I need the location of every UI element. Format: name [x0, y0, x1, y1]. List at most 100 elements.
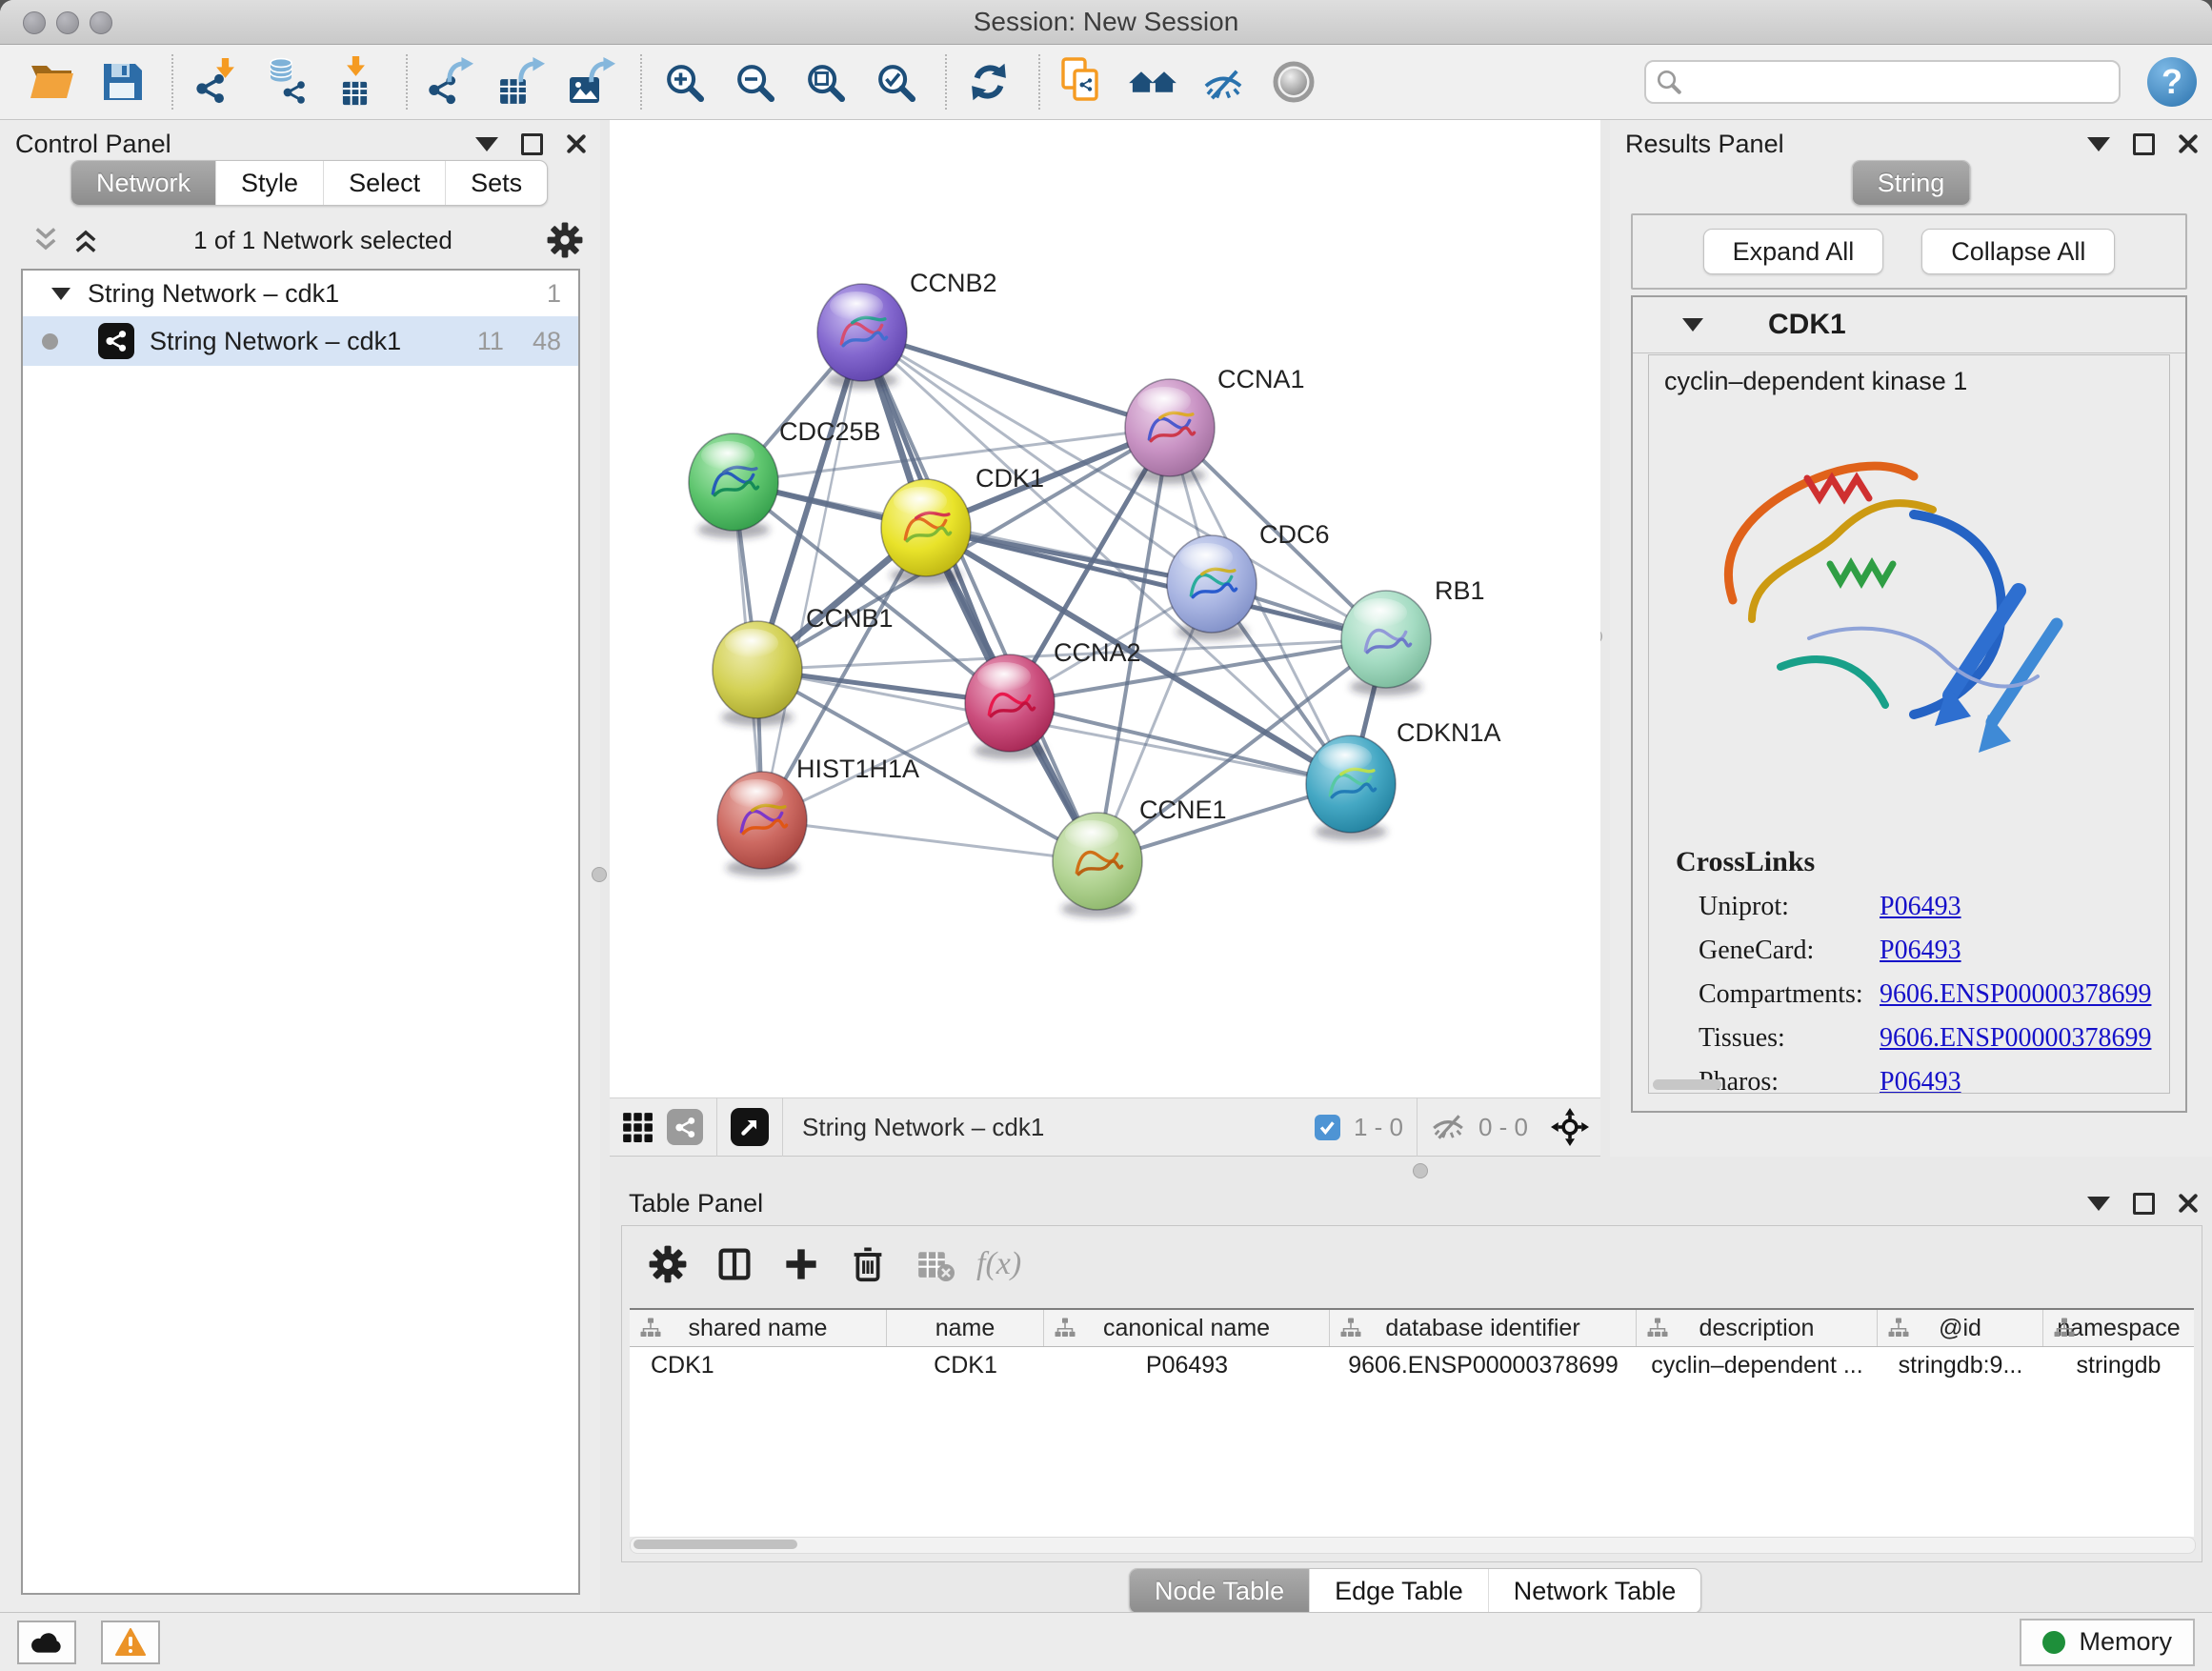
column-header-shared-name[interactable]: shared name [630, 1310, 887, 1346]
zoom-in-icon[interactable] [657, 55, 711, 109]
network-node-CCNA2[interactable] [965, 654, 1055, 759]
network-canvas[interactable]: CCNB2CCNA1CDC25BCDK1CDC6RB1CCNB1CCNA2CDK… [610, 120, 1600, 1097]
tissues-link[interactable]: 9606.ENSP00000378699 [1880, 1023, 2151, 1054]
import-network-from-database-icon[interactable] [259, 55, 312, 109]
import-network-from-file-icon[interactable] [189, 55, 242, 109]
panel-close-icon[interactable] [566, 133, 587, 154]
zoom-out-icon[interactable] [728, 55, 781, 109]
collection-expander-icon[interactable] [51, 288, 70, 300]
open-in-new-window-icon[interactable] [731, 1108, 769, 1146]
table-row[interactable]: CDK1 CDK1 P06493 9606.ENSP00000378699 cy… [630, 1347, 2194, 1383]
add-column-plus-icon[interactable] [782, 1245, 820, 1283]
column-header-id[interactable]: @id [1878, 1310, 2043, 1346]
column-header-name[interactable]: name [887, 1310, 1044, 1346]
clone-network-pages-icon[interactable] [1056, 55, 1109, 109]
selected-checkbox-icon[interactable] [1315, 1115, 1340, 1140]
network-node-CCNE1[interactable] [1053, 813, 1142, 917]
network-node-CCNB2[interactable] [817, 284, 907, 389]
show-graphics-orb-icon[interactable] [1267, 55, 1320, 109]
function-builder-icon[interactable]: f(x) [976, 1246, 1021, 1282]
tab-network[interactable]: Network [71, 161, 215, 205]
string-network-graph[interactable]: CCNB2CCNA1CDC25BCDK1CDC6RB1CCNB1CCNA2CDK… [610, 120, 1600, 1097]
network-node-CDC25B[interactable] [689, 433, 778, 538]
open-session-icon[interactable] [25, 55, 78, 109]
column-header-database-identifier[interactable]: database identifier [1330, 1310, 1637, 1346]
collapse-all-button[interactable]: Collapse All [1921, 229, 2115, 274]
compartments-link[interactable]: 9606.ENSP00000378699 [1880, 979, 2151, 1010]
panel-menu-icon[interactable] [475, 137, 498, 151]
left-splitter-handle[interactable] [592, 867, 607, 882]
warnings-button[interactable] [101, 1621, 160, 1664]
pharos-link[interactable]: P06493 [1880, 1067, 1961, 1094]
left-splitter[interactable] [600, 120, 610, 1612]
zoom-selected-icon[interactable] [869, 55, 922, 109]
cell-namespace[interactable]: stringdb [2043, 1347, 2194, 1383]
network-style-share-icon[interactable] [667, 1109, 703, 1145]
tab-string[interactable]: String [1853, 161, 1970, 205]
export-network-icon[interactable] [423, 55, 476, 109]
uniprot-link[interactable]: P06493 [1880, 892, 1961, 922]
panel-menu-icon[interactable] [2087, 1197, 2110, 1211]
delete-table-icon[interactable] [915, 1248, 948, 1280]
show-columns-icon[interactable] [715, 1245, 754, 1283]
network-collection-row[interactable]: String Network – cdk1 1 [23, 271, 578, 316]
tab-edge-table[interactable]: Edge Table [1309, 1569, 1488, 1613]
delete-column-trash-icon[interactable] [849, 1245, 887, 1283]
tab-style[interactable]: Style [215, 161, 323, 205]
panel-close-icon[interactable] [2178, 133, 2199, 154]
birds-eye-crosshair-icon[interactable] [1551, 1108, 1589, 1146]
table-options-gear-icon[interactable] [649, 1245, 687, 1283]
cell-database-identifier[interactable]: 9606.ENSP00000378699 [1330, 1347, 1637, 1383]
import-table-from-file-icon[interactable] [330, 55, 383, 109]
apply-layout-refresh-icon[interactable] [962, 55, 1016, 109]
genecard-link[interactable]: P06493 [1880, 936, 1961, 966]
help-icon[interactable]: ? [2147, 57, 2197, 107]
column-header-description[interactable]: description [1637, 1310, 1878, 1346]
cell-shared-name[interactable]: CDK1 [630, 1347, 887, 1383]
network-options-gear-icon[interactable] [547, 222, 583, 258]
expand-all-button[interactable]: Expand All [1703, 229, 1884, 274]
tab-select[interactable]: Select [323, 161, 445, 205]
cdk1-section-header[interactable]: CDK1 [1633, 297, 2185, 353]
network-node-CCNB1[interactable] [713, 621, 802, 726]
expand-all-chevrons-icon[interactable] [32, 226, 59, 254]
cell-description[interactable]: cyclin–dependent ... [1637, 1347, 1878, 1383]
export-table-icon[interactable] [493, 55, 547, 109]
network-edge[interactable] [862, 332, 1170, 428]
results-horizontal-scrollbar-thumb[interactable] [1653, 1079, 1721, 1090]
panel-close-icon[interactable] [2178, 1193, 2199, 1214]
grid-view-icon[interactable] [621, 1111, 654, 1143]
network-node-CDC6[interactable] [1167, 535, 1257, 640]
column-header-namespace[interactable]: namespace [2043, 1310, 2194, 1346]
network-edge[interactable] [1010, 703, 1351, 784]
network-row-selected[interactable]: String Network – cdk1 11 48 [23, 316, 578, 366]
memory-button[interactable]: Memory [2020, 1619, 2195, 1666]
houses-icon[interactable] [1126, 55, 1179, 109]
horizontal-splitter[interactable] [610, 1157, 2212, 1183]
network-node-CDKN1A[interactable] [1306, 735, 1396, 840]
collapse-all-chevrons-icon[interactable] [72, 226, 99, 254]
tab-sets[interactable]: Sets [445, 161, 547, 205]
cell-id[interactable]: stringdb:9... [1878, 1347, 2043, 1383]
tab-node-table[interactable]: Node Table [1130, 1569, 1309, 1613]
panel-float-icon[interactable] [2133, 1193, 2155, 1215]
cell-canonical-name[interactable]: P06493 [1044, 1347, 1330, 1383]
section-expander-icon[interactable] [1682, 318, 1703, 332]
horizontal-splitter-handle[interactable] [1413, 1163, 1428, 1178]
network-node-HIST1H1A[interactable] [717, 772, 807, 876]
cloud-status-button[interactable] [17, 1621, 76, 1664]
tab-network-table[interactable]: Network Table [1488, 1569, 1701, 1613]
table-scrollbar-thumb[interactable] [633, 1540, 797, 1549]
network-edge[interactable] [762, 820, 1097, 861]
table-horizontal-scrollbar[interactable] [630, 1537, 2196, 1554]
panel-menu-icon[interactable] [2087, 137, 2110, 151]
export-image-icon[interactable] [564, 55, 617, 109]
column-header-canonical-name[interactable]: canonical name [1044, 1310, 1330, 1346]
zoom-fit-content-icon[interactable] [798, 55, 852, 109]
save-session-icon[interactable] [95, 55, 149, 109]
search-input[interactable] [1690, 67, 2109, 98]
network-edge[interactable] [762, 332, 862, 820]
network-node-RB1[interactable] [1341, 591, 1431, 695]
cell-name[interactable]: CDK1 [887, 1347, 1044, 1383]
panel-float-icon[interactable] [521, 133, 543, 155]
